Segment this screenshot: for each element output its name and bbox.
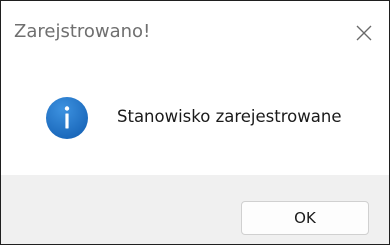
close-icon: [356, 25, 372, 41]
message-dialog: Zarejstrowano! Stanowisko zarejestrowane…: [0, 0, 390, 245]
close-button[interactable]: [341, 11, 385, 55]
info-icon: [46, 97, 88, 139]
dialog-footer: OK: [1, 175, 389, 244]
dialog-content: Stanowisko zarejestrowane: [1, 63, 389, 175]
dialog-message: Stanowisko zarejestrowane: [117, 107, 342, 126]
title-bar[interactable]: Zarejstrowano!: [1, 1, 389, 63]
ok-button[interactable]: OK: [241, 201, 369, 235]
window-title: Zarejstrowano!: [14, 21, 151, 42]
